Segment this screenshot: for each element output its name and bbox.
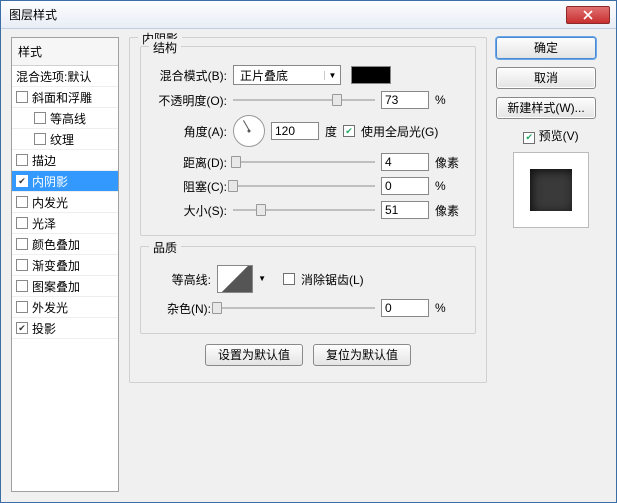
sidebar-item-label: 渐变叠加 — [32, 257, 80, 274]
chevron-down-icon: ▼ — [324, 71, 340, 80]
choke-slider[interactable] — [233, 177, 375, 195]
blend-mode-select[interactable]: 正片叠底 ▼ — [233, 65, 341, 85]
distance-input[interactable] — [381, 153, 429, 171]
cancel-button[interactable]: 取消 — [496, 67, 596, 89]
dialog-content: 样式 混合选项:默认 斜面和浮雕等高线纹理描边 ✔ 内阴影内发光光泽颜色叠加渐变叠加… — [1, 29, 616, 502]
ok-button[interactable]: 确定 — [496, 37, 596, 59]
sidebar-item-label: 内阴影 — [32, 173, 68, 190]
sidebar-item[interactable]: 等高线 — [12, 108, 118, 129]
sidebar-item-label: 斜面和浮雕 — [32, 89, 92, 106]
opacity-label: 不透明度(O): — [151, 92, 227, 109]
antialias-label: 消除锯齿(L) — [301, 271, 364, 288]
sidebar-item[interactable]: 外发光 — [12, 297, 118, 318]
size-input[interactable] — [381, 201, 429, 219]
close-button[interactable] — [566, 6, 610, 24]
contour-picker[interactable]: ▼ — [217, 265, 253, 293]
style-checkbox[interactable]: ✔ — [16, 322, 28, 334]
main-panel: 内阴影 结构 混合模式(B): 正片叠底 ▼ 不透明度(O): — [129, 37, 487, 492]
opacity-input[interactable] — [381, 91, 429, 109]
preview-thumbnail — [513, 152, 589, 228]
chevron-down-icon: ▼ — [258, 274, 266, 283]
right-column: 确定 取消 新建样式(W)... ✔ 预览(V) — [496, 37, 606, 228]
sidebar-header[interactable]: 样式 — [12, 38, 118, 66]
style-checkbox[interactable] — [16, 217, 28, 229]
sidebar-item-label: 描边 — [32, 152, 56, 169]
size-label: 大小(S): — [151, 202, 227, 219]
sidebar-item-label: 光泽 — [32, 215, 56, 232]
choke-input[interactable] — [381, 177, 429, 195]
style-checkbox[interactable] — [16, 154, 28, 166]
opacity-slider[interactable] — [233, 91, 375, 109]
style-checkbox[interactable] — [16, 280, 28, 292]
style-checkbox[interactable] — [16, 196, 28, 208]
structure-legend: 结构 — [149, 39, 181, 56]
sidebar-blend-row[interactable]: 混合选项:默认 — [12, 66, 118, 87]
choke-label: 阻塞(C): — [151, 178, 227, 195]
noise-label: 杂色(N): — [151, 300, 211, 317]
sidebar-item[interactable]: 渐变叠加 — [12, 255, 118, 276]
sidebar-item-label: 纹理 — [50, 131, 74, 148]
style-checkbox[interactable] — [34, 133, 46, 145]
preview-label: 预览(V) — [539, 129, 579, 143]
sidebar-item-label: 颜色叠加 — [32, 236, 80, 253]
make-default-button[interactable]: 设置为默认值 — [205, 344, 303, 366]
distance-label: 距离(D): — [151, 154, 227, 171]
global-light-checkbox[interactable]: ✔ — [343, 125, 355, 137]
window-title: 图层样式 — [7, 6, 566, 23]
angle-dial[interactable] — [233, 115, 265, 147]
dialog-window: 图层样式 样式 混合选项:默认 斜面和浮雕等高线纹理描边 ✔ 内阴影内发光光泽颜色叠… — [0, 0, 617, 503]
style-checkbox[interactable] — [16, 91, 28, 103]
style-checkbox[interactable] — [16, 259, 28, 271]
sidebar-item[interactable]: 光泽 — [12, 213, 118, 234]
sidebar-item[interactable]: 纹理 — [12, 129, 118, 150]
sidebar-item-label: 图案叠加 — [32, 278, 80, 295]
sidebar-item[interactable]: ✔ 内阴影 — [12, 171, 118, 192]
style-checkbox[interactable] — [16, 238, 28, 250]
style-checkbox[interactable] — [16, 301, 28, 313]
sidebar-item-label: 外发光 — [32, 299, 68, 316]
noise-slider[interactable] — [217, 299, 375, 317]
distance-slider[interactable] — [233, 153, 375, 171]
sidebar-item[interactable]: 内发光 — [12, 192, 118, 213]
noise-input[interactable] — [381, 299, 429, 317]
global-light-label: 使用全局光(G) — [361, 123, 438, 140]
reset-default-button[interactable]: 复位为默认值 — [313, 344, 411, 366]
style-checkbox[interactable] — [34, 112, 46, 124]
quality-legend: 品质 — [149, 239, 181, 256]
size-slider[interactable] — [233, 201, 375, 219]
blend-mode-label: 混合模式(B): — [151, 67, 227, 84]
styles-sidebar: 样式 混合选项:默认 斜面和浮雕等高线纹理描边 ✔ 内阴影内发光光泽颜色叠加渐变叠加… — [11, 37, 119, 492]
sidebar-item-label: 投影 — [32, 320, 56, 337]
effect-fieldset: 内阴影 结构 混合模式(B): 正片叠底 ▼ 不透明度(O): — [129, 37, 487, 383]
new-style-button[interactable]: 新建样式(W)... — [496, 97, 596, 119]
preview-checkbox[interactable]: ✔ — [523, 132, 535, 144]
sidebar-item[interactable]: 图案叠加 — [12, 276, 118, 297]
style-checkbox[interactable]: ✔ — [16, 175, 28, 187]
antialias-checkbox[interactable] — [283, 273, 295, 285]
contour-label: 等高线: — [151, 271, 211, 288]
sidebar-item[interactable]: 斜面和浮雕 — [12, 87, 118, 108]
sidebar-item[interactable]: 颜色叠加 — [12, 234, 118, 255]
sidebar-item[interactable]: 描边 — [12, 150, 118, 171]
quality-group: 品质 等高线: ▼ 消除锯齿(L) 杂色(N): % — [140, 246, 476, 334]
sidebar-item-label: 内发光 — [32, 194, 68, 211]
angle-label: 角度(A): — [151, 123, 227, 140]
structure-group: 结构 混合模式(B): 正片叠底 ▼ 不透明度(O): % — [140, 46, 476, 236]
angle-input[interactable] — [271, 122, 319, 140]
sidebar-item[interactable]: ✔ 投影 — [12, 318, 118, 339]
color-swatch[interactable] — [351, 66, 391, 84]
titlebar: 图层样式 — [1, 1, 616, 29]
close-icon — [583, 10, 593, 20]
sidebar-item-label: 等高线 — [50, 110, 86, 127]
